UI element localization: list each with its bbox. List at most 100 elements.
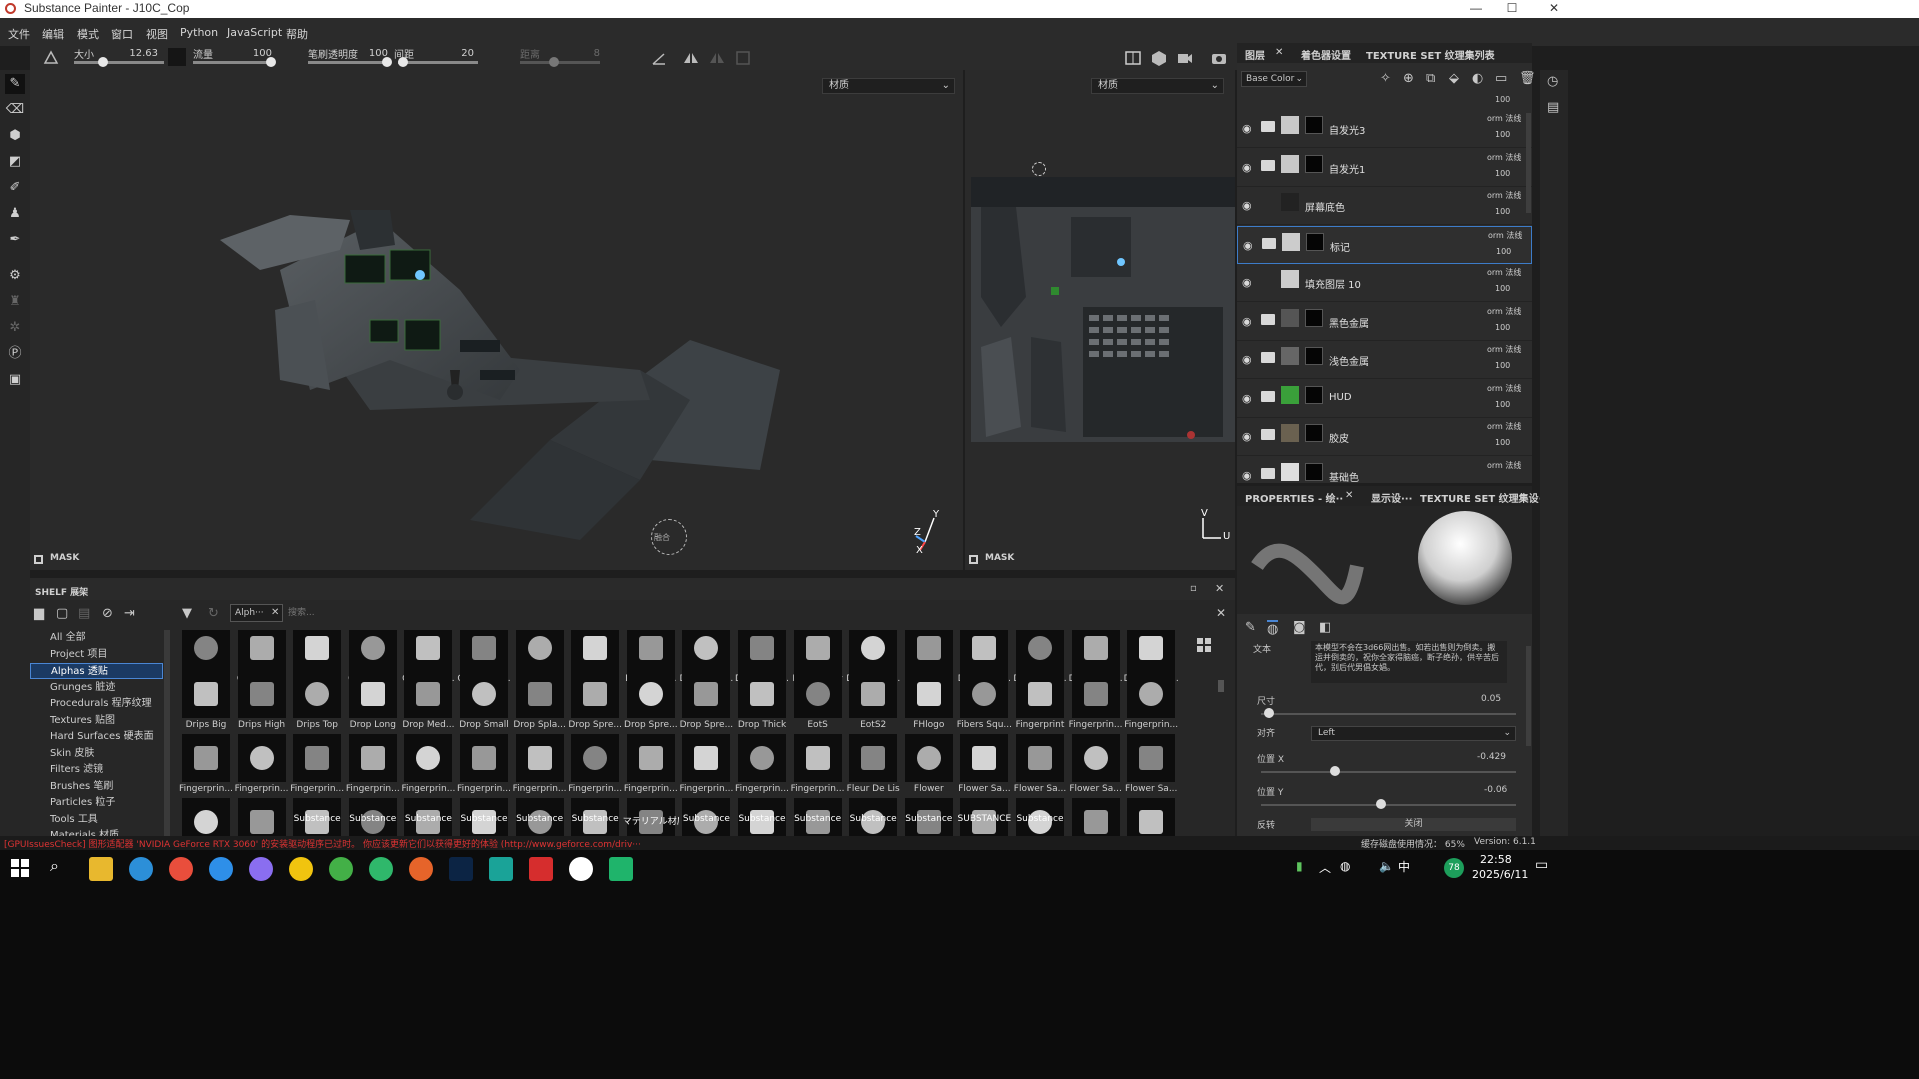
layer-thumbnail[interactable]	[1281, 193, 1299, 211]
alpha-thumbnail[interactable]	[682, 670, 731, 718]
action-center-icon[interactable]: ▭	[1535, 857, 1548, 873]
network-icon[interactable]: ◍	[1340, 859, 1350, 873]
pos-y-slider[interactable]	[1261, 804, 1516, 806]
alpha-thumbnail[interactable]	[960, 630, 1009, 672]
spacing-slider[interactable]	[398, 61, 478, 64]
alpha-thumbnail[interactable]	[404, 630, 453, 672]
tab-layers-close-icon[interactable]: ✕	[1275, 47, 1283, 58]
alpha-thumbnail[interactable]	[738, 630, 786, 672]
alpha-thumbnail[interactable]	[1016, 670, 1064, 718]
alpha-filter-chip[interactable]: Alph··· ✕	[230, 604, 283, 622]
alpha-thumbnail[interactable]	[904, 670, 953, 718]
folder-icon[interactable]	[1261, 313, 1275, 325]
alpha-thumbnail[interactable]	[348, 630, 397, 672]
fill-layer-icon[interactable]: ⬙	[1449, 71, 1459, 86]
tab-display-settings[interactable]: 显示设···	[1371, 490, 1412, 505]
size-slider[interactable]	[74, 61, 164, 64]
layer-name[interactable]: HUD	[1329, 392, 1352, 403]
layer-blend-mode[interactable]: orm 法线	[1487, 267, 1521, 278]
layer-name[interactable]: 自发光3	[1329, 122, 1365, 137]
split-view-icon[interactable]	[1124, 49, 1142, 67]
qq-icon[interactable]	[569, 857, 593, 881]
pen-pressure-icon[interactable]	[168, 48, 186, 66]
alpha-thumbnail[interactable]	[1071, 734, 1120, 782]
alpha-thumbnail[interactable]	[793, 734, 842, 782]
browser-icon[interactable]	[249, 857, 273, 881]
alpha-thumbnail[interactable]	[1127, 670, 1176, 718]
chrome-icon[interactable]	[169, 857, 193, 881]
mask-checkbox-2d[interactable]	[969, 555, 978, 564]
folder-icon[interactable]	[1261, 352, 1275, 363]
opacity-slider-knob[interactable]	[382, 57, 392, 67]
tab-shader-settings[interactable]: 着色器设置	[1301, 47, 1351, 62]
alpha-thumbnail[interactable]	[682, 630, 731, 672]
menu-file[interactable]: 文件	[8, 26, 30, 42]
folder-icon[interactable]	[1261, 159, 1275, 171]
eraser-icon[interactable]: ⌫	[5, 100, 25, 120]
alpha-thumbnail[interactable]	[404, 734, 453, 782]
import-icon[interactable]: ⇥	[124, 606, 135, 621]
invert-toggle[interactable]: 关闭	[1311, 818, 1516, 831]
mask-checkbox-3d[interactable]	[34, 555, 43, 564]
eye-visibility-icon[interactable]: ◉	[1242, 199, 1252, 212]
tray-expand-icon[interactable]: ︿	[1319, 859, 1331, 876]
log-icon[interactable]: ▤	[1547, 100, 1559, 115]
alpha-thumbnail[interactable]	[460, 734, 508, 782]
smudge-icon[interactable]: ✐	[5, 178, 25, 198]
eye-visibility-icon[interactable]: ◉	[1242, 392, 1252, 405]
clone-stamp-icon[interactable]: ♟	[5, 204, 25, 224]
layer-thumbnail[interactable]	[1282, 232, 1300, 251]
menu-window[interactable]: 窗口	[111, 26, 133, 42]
size-value[interactable]: 12.63	[118, 48, 158, 59]
category-scrollbar[interactable]	[164, 630, 170, 836]
notification-badge[interactable]: 78	[1444, 858, 1464, 878]
alpha-thumbnail[interactable]	[849, 630, 898, 672]
viewport-3d[interactable]: 材质 ⌄ 融合 Y Z X MASK	[30, 70, 963, 570]
layer-blend-mode[interactable]: orm 法线	[1487, 113, 1521, 124]
alpha-thumbnail[interactable]	[1016, 734, 1064, 782]
shelf-category-item[interactable]: Project 项目	[30, 647, 163, 663]
properties-scrollbar[interactable]	[1526, 646, 1531, 746]
tab-properties[interactable]: PROPERTIES - 绘··	[1245, 490, 1343, 505]
alpha-thumbnail[interactable]	[348, 734, 397, 782]
alpha-thumbnail[interactable]	[1127, 798, 1176, 836]
layer-name[interactable]: 填充图层 10	[1305, 276, 1361, 291]
flow-slider[interactable]	[193, 61, 273, 64]
text-area[interactable]: 本模型不会在3d66网出售。如若出售则为倒卖。搬运并倒卖的，祝你全家得脑癌，断子…	[1311, 641, 1507, 683]
alpha-thumbnail[interactable]	[626, 630, 675, 672]
menu-edit[interactable]: 编辑	[42, 26, 64, 42]
3dsmax-icon[interactable]	[489, 857, 513, 881]
angle-icon[interactable]	[650, 49, 668, 67]
menu-mode[interactable]: 模式	[77, 26, 99, 42]
gpu-warning[interactable]: [GPUIssuesCheck] 图形适配器 'NVIDIA GeForce R…	[4, 837, 641, 850]
layer-row[interactable]: ◉ 基础色 orm 法线	[1237, 457, 1532, 483]
firefox-icon[interactable]	[409, 857, 433, 881]
pos-y-value[interactable]: -0.06	[1484, 785, 1507, 795]
alpha-thumbnail[interactable]	[849, 734, 898, 782]
app-ie-icon[interactable]	[369, 857, 393, 881]
shelf-category-item[interactable]: Textures 贴图	[30, 713, 163, 729]
menu-view[interactable]: 视图	[146, 26, 168, 42]
chrome-icon-2[interactable]	[289, 857, 313, 881]
tab-layers[interactable]: 图层	[1245, 47, 1265, 62]
shelf-search-input[interactable]	[288, 604, 1208, 622]
screenshot-icon[interactable]	[1210, 49, 1228, 67]
alpha-thumbnail[interactable]	[293, 630, 342, 672]
alpha-thumbnail[interactable]	[626, 670, 675, 718]
tab-properties-close-icon[interactable]: ✕	[1345, 490, 1353, 501]
layer-row[interactable]: ◉ 自发光1 orm 法线 100	[1237, 149, 1532, 187]
layer-opacity[interactable]: 100	[1495, 207, 1510, 216]
eye-visibility-icon[interactable]: ◉	[1242, 122, 1252, 135]
symmetry-icon[interactable]	[42, 49, 60, 67]
alpha-thumbnail[interactable]	[460, 670, 508, 718]
layer-row[interactable]: ◉ 自发光3 orm 法线 100	[1237, 110, 1532, 148]
layer-row[interactable]: ◉ 屏幕底色 orm 法线 100	[1237, 187, 1532, 225]
file-explorer-icon[interactable]	[89, 857, 113, 881]
opacity-value[interactable]: 100	[348, 48, 388, 59]
substance-painter-icon[interactable]	[529, 857, 553, 881]
history-icon[interactable]: ◷	[1547, 74, 1558, 89]
alpha-thumbnail[interactable]	[237, 630, 286, 672]
align-select[interactable]: Left ⌄	[1311, 726, 1516, 741]
size-slider-knob[interactable]	[98, 57, 108, 67]
eye-visibility-icon[interactable]: ◉	[1242, 276, 1252, 289]
